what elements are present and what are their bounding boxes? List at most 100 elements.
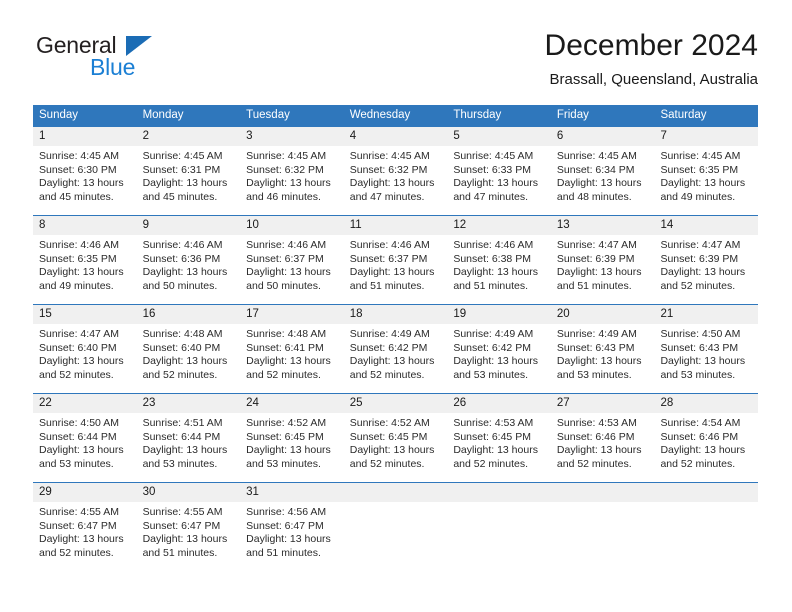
sunrise-text: Sunrise: 4:51 AM bbox=[142, 417, 223, 429]
calendar-day-cell[interactable]: 17 Sunrise: 4:48 AM Sunset: 6:41 PM Dayl… bbox=[240, 305, 344, 393]
calendar-day-cell-empty bbox=[654, 483, 759, 571]
sunset-text: Sunset: 6:32 PM bbox=[349, 163, 428, 176]
calendar-day-cell[interactable]: 1 Sunrise: 4:45 AM Sunset: 6:30 PM Dayli… bbox=[33, 127, 137, 215]
day-number: 24 bbox=[240, 394, 344, 413]
daylight-text-line1: Daylight: 13 hours bbox=[556, 266, 642, 279]
calendar-day-cell[interactable]: 7 Sunrise: 4:45 AM Sunset: 6:35 PM Dayli… bbox=[654, 127, 759, 215]
calendar-day-cell[interactable]: 6 Sunrise: 4:45 AM Sunset: 6:34 PM Dayli… bbox=[550, 127, 655, 215]
sunrise-text: Sunrise: 4:47 AM bbox=[39, 328, 119, 340]
day-details: Sunrise: 4:55 AM Sunset: 6:47 PM Dayligh… bbox=[137, 502, 241, 560]
day-number: 21 bbox=[654, 305, 759, 324]
calendar-day-cell[interactable]: 28 Sunrise: 4:54 AM Sunset: 6:46 PM Dayl… bbox=[654, 394, 759, 482]
day-details: Sunrise: 4:56 AM Sunset: 6:47 PM Dayligh… bbox=[240, 502, 344, 560]
sunset-text: Sunset: 6:47 PM bbox=[246, 519, 324, 532]
day-details: Sunrise: 4:53 AM Sunset: 6:46 PM Dayligh… bbox=[551, 413, 655, 471]
sunset-text: Sunset: 6:33 PM bbox=[453, 163, 531, 176]
daylight-text-line2: and 52 minutes. bbox=[39, 546, 114, 559]
weekday-header-friday: Friday bbox=[556, 109, 589, 121]
calendar-day-cell[interactable]: 24 Sunrise: 4:52 AM Sunset: 6:45 PM Dayl… bbox=[240, 394, 344, 482]
daylight-text-line1: Daylight: 13 hours bbox=[142, 444, 228, 457]
calendar-day-cell[interactable]: 25 Sunrise: 4:52 AM Sunset: 6:45 PM Dayl… bbox=[343, 394, 448, 482]
calendar-day-cell[interactable]: 2 Sunrise: 4:45 AM Sunset: 6:31 PM Dayli… bbox=[136, 127, 241, 215]
day-number: 28 bbox=[654, 394, 759, 413]
sunrise-text: Sunrise: 4:56 AM bbox=[246, 506, 327, 518]
day-number: 26 bbox=[447, 394, 551, 413]
calendar-day-cell[interactable]: 14 Sunrise: 4:47 AM Sunset: 6:39 PM Dayl… bbox=[654, 216, 759, 304]
day-details: Sunrise: 4:49 AM Sunset: 6:42 PM Dayligh… bbox=[447, 324, 551, 382]
sunset-text: Sunset: 6:40 PM bbox=[142, 341, 221, 354]
day-number: 17 bbox=[240, 305, 344, 324]
day-number: 16 bbox=[136, 305, 241, 324]
sunset-text: Sunset: 6:44 PM bbox=[142, 430, 221, 443]
calendar-day-cell[interactable]: 5 Sunrise: 4:45 AM Sunset: 6:33 PM Dayli… bbox=[447, 127, 551, 215]
calendar-day-cell[interactable]: 26 Sunrise: 4:53 AM Sunset: 6:45 PM Dayl… bbox=[447, 394, 551, 482]
sunrise-text: Sunrise: 4:52 AM bbox=[246, 417, 327, 429]
day-number: 30 bbox=[136, 483, 241, 502]
daylight-text-line1: Daylight: 13 hours bbox=[453, 177, 538, 190]
sunrise-sunset-calendar: Sunday Monday Tuesday Wednesday Thursday… bbox=[33, 105, 759, 571]
calendar-day-cell[interactable]: 22 Sunrise: 4:50 AM Sunset: 6:44 PM Dayl… bbox=[33, 394, 137, 482]
calendar-day-cell[interactable]: 9 Sunrise: 4:46 AM Sunset: 6:36 PM Dayli… bbox=[136, 216, 241, 304]
daylight-text-line2: and 53 minutes. bbox=[453, 368, 529, 381]
day-number: 18 bbox=[343, 305, 448, 324]
calendar-day-cell[interactable]: 3 Sunrise: 4:45 AM Sunset: 6:32 PM Dayli… bbox=[240, 127, 344, 215]
daylight-text-line2: and 46 minutes. bbox=[246, 190, 321, 203]
calendar-day-cell[interactable]: 8 Sunrise: 4:46 AM Sunset: 6:35 PM Dayli… bbox=[33, 216, 137, 304]
calendar-day-cell[interactable]: 10 Sunrise: 4:46 AM Sunset: 6:37 PM Dayl… bbox=[240, 216, 344, 304]
weekday-header-thursday: Thursday bbox=[453, 109, 502, 121]
sunrise-text: Sunrise: 4:55 AM bbox=[39, 506, 119, 518]
calendar-day-cell[interactable]: 13 Sunrise: 4:47 AM Sunset: 6:39 PM Dayl… bbox=[550, 216, 655, 304]
calendar-day-cell[interactable]: 19 Sunrise: 4:49 AM Sunset: 6:42 PM Dayl… bbox=[447, 305, 551, 393]
calendar-day-cell[interactable]: 29 Sunrise: 4:55 AM Sunset: 6:47 PM Dayl… bbox=[33, 483, 137, 571]
daylight-text-line2: and 53 minutes. bbox=[556, 368, 632, 381]
sunrise-text: Sunrise: 4:46 AM bbox=[453, 239, 534, 251]
sunset-text: Sunset: 6:45 PM bbox=[246, 430, 324, 443]
daylight-text-line1: Daylight: 13 hours bbox=[246, 177, 331, 190]
day-details: Sunrise: 4:45 AM Sunset: 6:32 PM Dayligh… bbox=[344, 146, 448, 204]
daylight-text-line2: and 49 minutes. bbox=[660, 190, 736, 203]
sunset-text: Sunset: 6:37 PM bbox=[246, 252, 324, 265]
daylight-text-line1: Daylight: 13 hours bbox=[556, 177, 642, 190]
day-details: Sunrise: 4:47 AM Sunset: 6:40 PM Dayligh… bbox=[33, 324, 137, 382]
daylight-text-line2: and 52 minutes. bbox=[142, 368, 218, 381]
title-block: December 2024 Brassall, Queensland, Aust… bbox=[545, 28, 758, 90]
calendar-day-cell[interactable]: 4 Sunrise: 4:45 AM Sunset: 6:32 PM Dayli… bbox=[343, 127, 448, 215]
day-number: 22 bbox=[33, 394, 137, 413]
daylight-text-line1: Daylight: 13 hours bbox=[142, 177, 228, 190]
calendar-day-cell[interactable]: 23 Sunrise: 4:51 AM Sunset: 6:44 PM Dayl… bbox=[136, 394, 241, 482]
day-number bbox=[550, 483, 655, 502]
calendar-day-cell[interactable]: 21 Sunrise: 4:50 AM Sunset: 6:43 PM Dayl… bbox=[654, 305, 759, 393]
daylight-text-line2: and 53 minutes. bbox=[142, 457, 218, 470]
day-number: 5 bbox=[447, 127, 551, 146]
sunrise-text: Sunrise: 4:45 AM bbox=[39, 150, 119, 162]
daylight-text-line1: Daylight: 13 hours bbox=[660, 177, 746, 190]
sunset-text: Sunset: 6:44 PM bbox=[39, 430, 117, 443]
day-number: 3 bbox=[240, 127, 344, 146]
day-number: 7 bbox=[654, 127, 759, 146]
calendar-day-cell[interactable]: 12 Sunrise: 4:46 AM Sunset: 6:38 PM Dayl… bbox=[447, 216, 551, 304]
location-subtitle: Brassall, Queensland, Australia bbox=[549, 71, 758, 88]
sunrise-text: Sunrise: 4:47 AM bbox=[660, 239, 741, 251]
sunset-text: Sunset: 6:32 PM bbox=[246, 163, 324, 176]
day-number: 2 bbox=[136, 127, 241, 146]
day-number bbox=[343, 483, 448, 502]
sunset-text: Sunset: 6:46 PM bbox=[556, 430, 635, 443]
day-details: Sunrise: 4:45 AM Sunset: 6:35 PM Dayligh… bbox=[654, 146, 758, 204]
calendar-day-cell[interactable]: 31 Sunrise: 4:56 AM Sunset: 6:47 PM Dayl… bbox=[240, 483, 344, 571]
calendar-day-cell[interactable]: 11 Sunrise: 4:46 AM Sunset: 6:37 PM Dayl… bbox=[343, 216, 448, 304]
sunrise-text: Sunrise: 4:48 AM bbox=[246, 328, 327, 340]
calendar-week-row: 8 Sunrise: 4:46 AM Sunset: 6:35 PM Dayli… bbox=[33, 215, 759, 304]
daylight-text-line2: and 50 minutes. bbox=[246, 279, 321, 292]
calendar-day-cell[interactable]: 16 Sunrise: 4:48 AM Sunset: 6:40 PM Dayl… bbox=[136, 305, 241, 393]
calendar-day-cell[interactable]: 20 Sunrise: 4:49 AM Sunset: 6:43 PM Dayl… bbox=[550, 305, 655, 393]
daylight-text-line1: Daylight: 13 hours bbox=[349, 355, 435, 368]
daylight-text-line1: Daylight: 13 hours bbox=[142, 533, 228, 546]
daylight-text-line2: and 52 minutes. bbox=[349, 368, 425, 381]
calendar-day-cell[interactable]: 30 Sunrise: 4:55 AM Sunset: 6:47 PM Dayl… bbox=[136, 483, 241, 571]
day-number: 29 bbox=[33, 483, 137, 502]
calendar-day-cell[interactable]: 15 Sunrise: 4:47 AM Sunset: 6:40 PM Dayl… bbox=[33, 305, 137, 393]
calendar-day-cell[interactable]: 18 Sunrise: 4:49 AM Sunset: 6:42 PM Dayl… bbox=[343, 305, 448, 393]
calendar-day-cell[interactable]: 27 Sunrise: 4:53 AM Sunset: 6:46 PM Dayl… bbox=[550, 394, 655, 482]
general-blue-logo[interactable]: General Blue bbox=[33, 32, 233, 90]
sunset-text: Sunset: 6:35 PM bbox=[660, 163, 739, 176]
